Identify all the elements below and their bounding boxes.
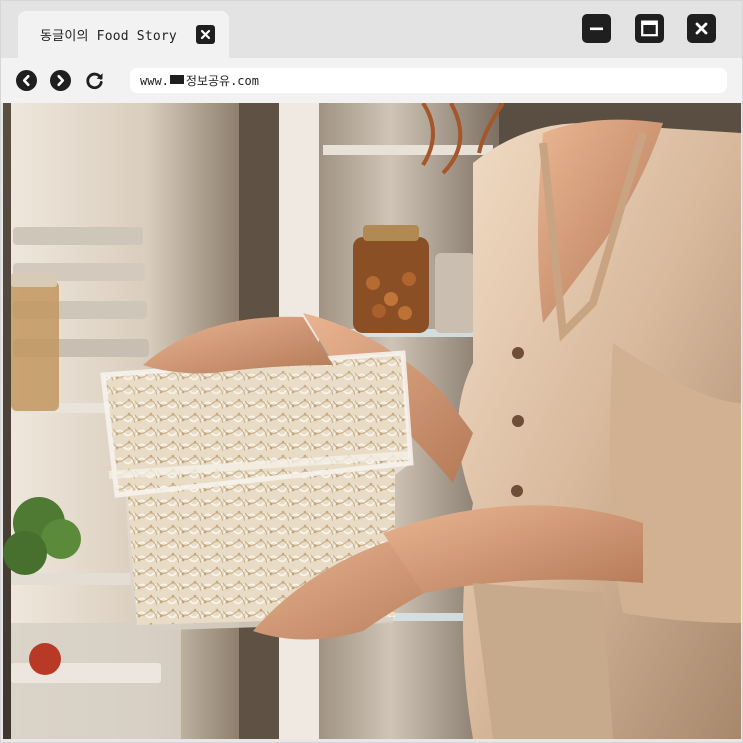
navigation-bar: www. 정보공유.com bbox=[1, 58, 742, 103]
minimize-button[interactable] bbox=[582, 14, 611, 43]
tab-close-button[interactable] bbox=[196, 25, 215, 44]
minimize-icon bbox=[590, 27, 603, 31]
redacted-mark bbox=[169, 75, 184, 84]
tab-title: 동글이의 Food Story bbox=[40, 29, 177, 44]
chevron-right-icon bbox=[50, 70, 71, 91]
chevron-left-icon bbox=[16, 70, 37, 91]
maximize-button[interactable] bbox=[635, 14, 664, 43]
close-icon bbox=[200, 29, 211, 40]
page-photo bbox=[3, 103, 741, 739]
forward-button[interactable] bbox=[50, 70, 71, 91]
reload-button[interactable] bbox=[84, 70, 105, 91]
address-bar[interactable]: www. 정보공유.com bbox=[130, 68, 727, 93]
browser-window: 동글이의 Food Story www. 정보공유.com bbox=[0, 0, 743, 743]
close-icon bbox=[695, 22, 708, 35]
browser-tab[interactable]: 동글이의 Food Story bbox=[18, 11, 229, 58]
back-button[interactable] bbox=[16, 70, 37, 91]
url-domain: 정보공유.com bbox=[185, 74, 259, 88]
reload-icon bbox=[86, 72, 103, 90]
url-prefix: www. bbox=[140, 73, 169, 88]
title-bar: 동글이의 Food Story bbox=[1, 1, 742, 58]
close-window-button[interactable] bbox=[687, 14, 716, 43]
refrigerator-photo bbox=[3, 103, 741, 739]
maximize-icon bbox=[641, 20, 658, 37]
